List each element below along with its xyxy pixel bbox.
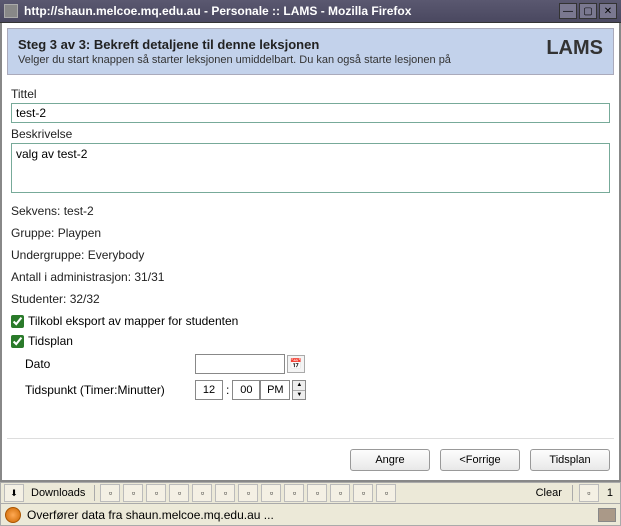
lams-logo: LAMS [546,37,603,60]
schedule-check-label: Tidsplan [28,334,73,348]
schedule-button[interactable]: Tidsplan [530,449,610,471]
ampm-input[interactable] [260,380,290,400]
download-item-1[interactable]: ▫ [100,484,120,502]
clear-button[interactable]: Clear [536,487,562,499]
downloads-toolbar: ⬇ Downloads ▫ ▫ ▫ ▫ ▫ ▫ ▫ ▫ ▫ ▫ ▫ ▫ ▫ Cl… [0,482,621,504]
wizard-step-sub: Velger du start knappen så starter leksj… [18,54,546,66]
count-label: 1 [607,487,613,499]
downloads-label[interactable]: Downloads [31,487,85,499]
date-input[interactable] [195,354,285,374]
admin-count-info: Antall i administrasjon: 31/31 [11,270,610,284]
download-item-2[interactable]: ▫ [123,484,143,502]
description-label: Beskrivelse [11,127,610,141]
app-body: Steg 3 av 3: Bekreft detaljene til denne… [0,23,621,482]
download-item-9[interactable]: ▫ [284,484,304,502]
spinner-up-icon[interactable]: ▲ [293,381,305,391]
date-row: Dato 📅 [25,354,610,374]
title-input[interactable] [11,103,610,123]
status-bar: Overfører data fra shaun.melcoe.mq.edu.a… [0,504,621,526]
form-area: Tittel Beskrivelse Sekvens: test-2 Grupp… [7,75,614,438]
export-check-label: Tilkobl eksport av mapper for studenten [28,314,238,328]
schedule-checkbox[interactable] [11,335,24,348]
loading-icon [5,507,21,523]
download-item-4[interactable]: ▫ [169,484,189,502]
title-label: Tittel [11,87,610,101]
download-item-13[interactable]: ▫ [376,484,396,502]
download-item-10[interactable]: ▫ [307,484,327,502]
status-text: Overfører data fra shaun.melcoe.mq.edu.a… [27,508,592,522]
download-item-11[interactable]: ▫ [330,484,350,502]
button-row: Angre <Forrige Tidsplan [7,438,614,475]
time-sep: : [226,383,229,397]
download-item-7[interactable]: ▫ [238,484,258,502]
spinner-down-icon[interactable]: ▼ [293,391,305,400]
minute-input[interactable] [232,380,260,400]
hour-input[interactable] [195,380,223,400]
download-item-12[interactable]: ▫ [353,484,373,502]
download-item-5[interactable]: ▫ [192,484,212,502]
download-item-6[interactable]: ▫ [215,484,235,502]
time-label: Tidspunkt (Timer:Minutter) [25,383,195,397]
export-check-row: Tilkobl eksport av mapper for studenten [11,314,610,328]
count-icon[interactable]: ▫ [579,484,599,502]
undo-button[interactable]: Angre [350,449,430,471]
window-title: http://shaun.melcoe.mq.edu.au - Personal… [24,4,559,18]
time-spinner[interactable]: ▲ ▼ [292,380,306,400]
minimize-button[interactable]: — [559,3,577,19]
subgroup-info: Undergruppe: Everybody [11,248,610,262]
schedule-check-row: Tidsplan [11,334,610,348]
group-info: Gruppe: Playpen [11,226,610,240]
calendar-icon[interactable]: 📅 [287,355,305,373]
previous-button[interactable]: <Forrige [440,449,520,471]
wizard-header: Steg 3 av 3: Bekreft detaljene til denne… [7,28,614,75]
date-label: Dato [25,357,195,371]
download-item-8[interactable]: ▫ [261,484,281,502]
students-info: Studenter: 32/32 [11,292,610,306]
window-titlebar: http://shaun.melcoe.mq.edu.au - Personal… [0,0,621,23]
time-row: Tidspunkt (Timer:Minutter) : ▲ ▼ [25,380,610,400]
wizard-step-title: Steg 3 av 3: Bekreft detaljene til denne… [18,37,546,52]
description-input[interactable] [11,143,610,193]
export-checkbox[interactable] [11,315,24,328]
sequence-info: Sekvens: test-2 [11,204,610,218]
app-icon [4,4,18,18]
download-item-3[interactable]: ▫ [146,484,166,502]
status-image-icon [598,508,616,522]
maximize-button[interactable]: ▢ [579,3,597,19]
close-button[interactable]: ✕ [599,3,617,19]
downloads-icon[interactable]: ⬇ [4,484,24,502]
